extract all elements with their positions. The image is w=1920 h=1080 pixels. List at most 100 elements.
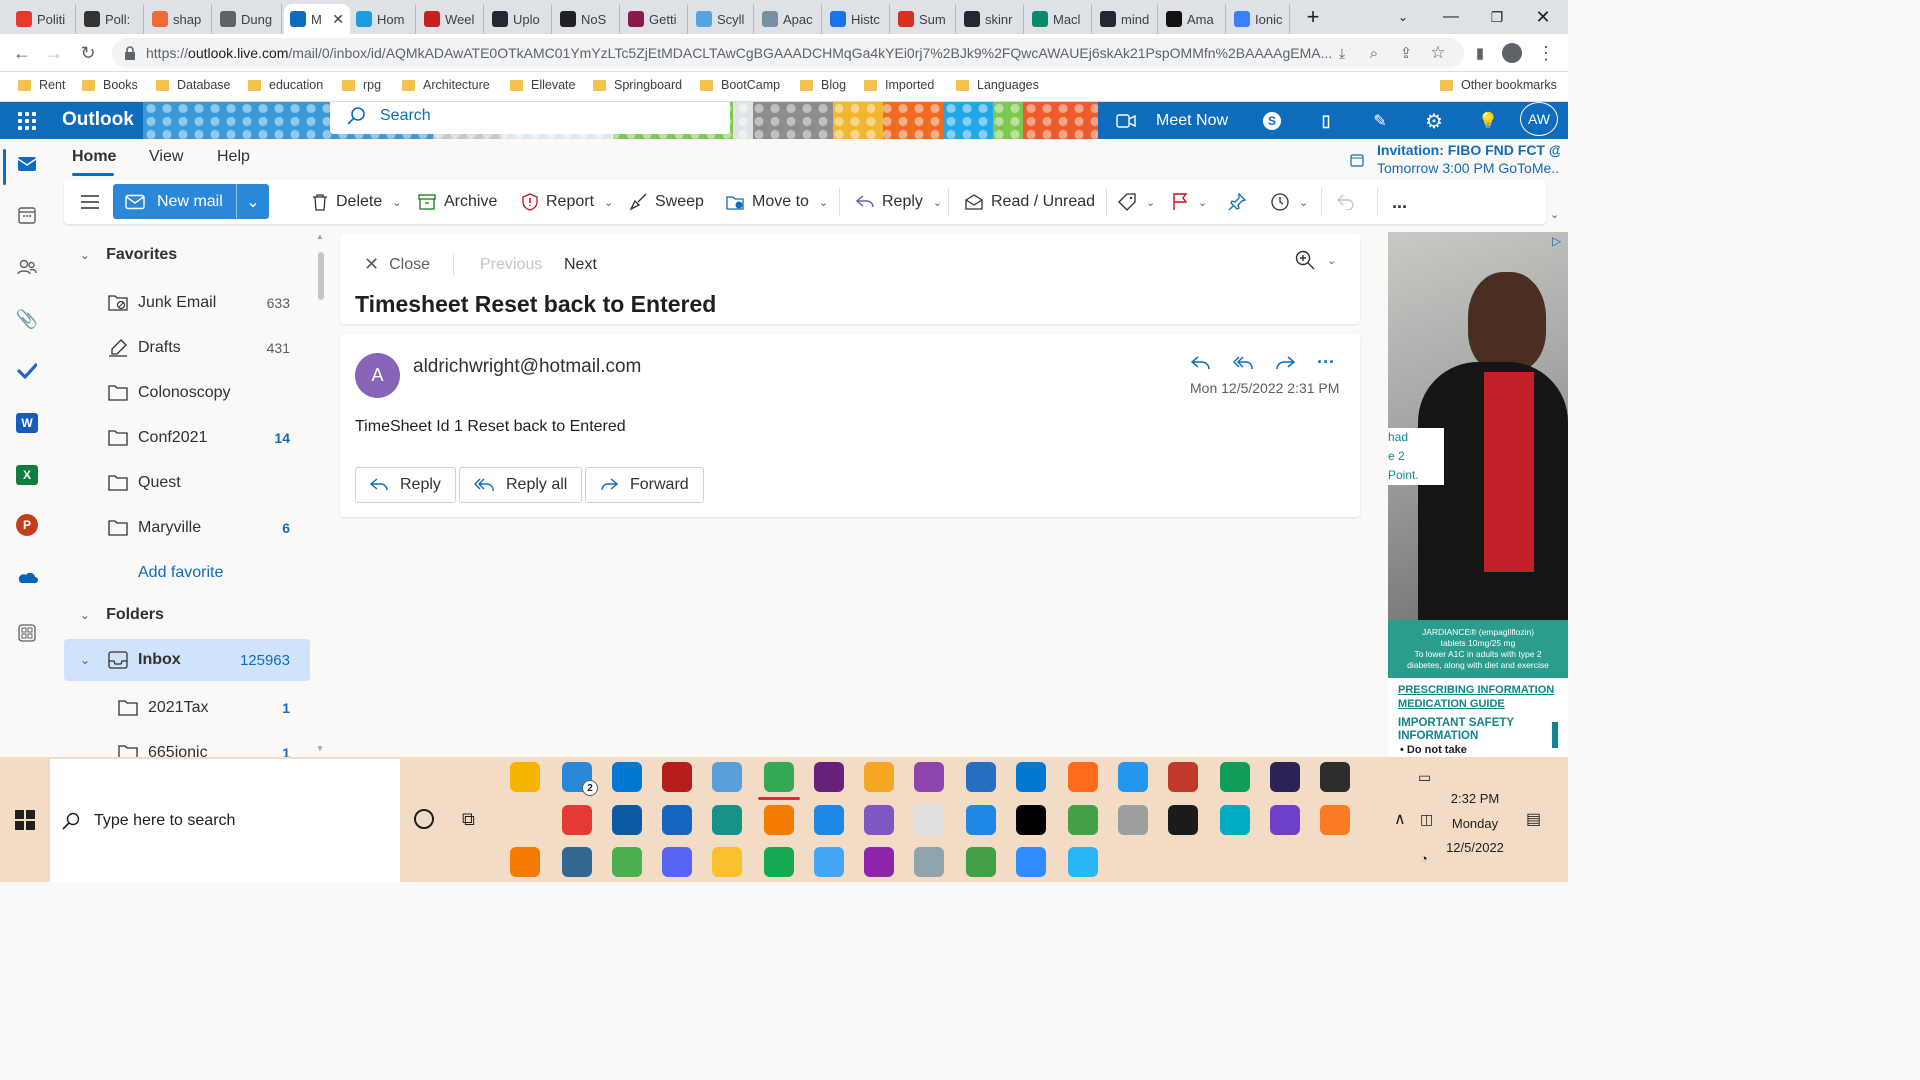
browser-tab[interactable]: Dung bbox=[214, 4, 282, 34]
folder-inbox[interactable]: ⌄ Inbox 125963 bbox=[64, 639, 310, 681]
xampp-icon[interactable] bbox=[1320, 805, 1350, 835]
tips-lightbulb-icon[interactable]: 💡 bbox=[1477, 110, 1499, 132]
taskbar-search-input[interactable]: Type here to search bbox=[50, 759, 400, 882]
folder-pane-scrollbar[interactable] bbox=[318, 252, 324, 300]
cube-app-icon[interactable] bbox=[814, 805, 844, 835]
minimize-button[interactable]: — bbox=[1428, 0, 1474, 34]
my-day-icon[interactable]: ✎ bbox=[1369, 110, 1391, 132]
zoom-icon[interactable]: ⌕ bbox=[1360, 40, 1388, 66]
fetch-icon[interactable] bbox=[1068, 805, 1098, 835]
cmd-icon[interactable] bbox=[1168, 805, 1198, 835]
file-explorer-icon[interactable] bbox=[510, 762, 540, 792]
bookmark-folder[interactable]: Springboard bbox=[593, 78, 682, 92]
browser-tab[interactable]: M ✕ bbox=[284, 4, 350, 34]
tab-home[interactable]: Home bbox=[72, 148, 116, 166]
flutter-icon[interactable] bbox=[864, 805, 894, 835]
typora-icon[interactable] bbox=[1118, 805, 1148, 835]
notepad-icon[interactable] bbox=[814, 847, 844, 877]
close-button[interactable]: ✕ Close bbox=[364, 254, 430, 275]
chevron-down-icon[interactable]: ⌄ bbox=[1299, 196, 1308, 209]
show-hidden-icons-chevron-icon[interactable]: ∧ bbox=[1394, 809, 1406, 829]
flag-button[interactable]: ⌄ bbox=[1172, 180, 1207, 224]
settings-gear-icon[interactable]: ⚙ bbox=[1423, 110, 1445, 133]
excel-icon[interactable]: X bbox=[15, 463, 39, 487]
add-favorite-link[interactable]: Add favorite bbox=[138, 564, 223, 582]
new-mail-button[interactable]: New mail ⌄ bbox=[113, 184, 269, 219]
forward-button[interactable]: Forward bbox=[585, 467, 704, 503]
ad-links[interactable]: PRESCRIBING INFORMATION MEDICATION GUIDE bbox=[1398, 683, 1554, 711]
notifications-icon[interactable]: ▤ bbox=[1526, 809, 1541, 829]
bookmark-folder[interactable]: Books bbox=[82, 78, 138, 92]
bookmark-folder[interactable]: Database bbox=[156, 78, 231, 92]
medication-guide-link[interactable]: MEDICATION GUIDE bbox=[1398, 697, 1554, 711]
bookmark-folder[interactable]: Rent bbox=[18, 78, 65, 92]
cluster-app-icon[interactable] bbox=[914, 762, 944, 792]
forward-icon[interactable] bbox=[1275, 355, 1295, 371]
search-input[interactable]: Search bbox=[330, 102, 730, 134]
adchoices-icon[interactable]: ▷ bbox=[1552, 234, 1561, 248]
tab-help[interactable]: Help bbox=[217, 148, 250, 166]
side-panel-icon[interactable]: ▮ bbox=[1466, 40, 1494, 66]
attachment-paperclip-icon[interactable]: 📎 bbox=[15, 307, 39, 331]
maximize-button[interactable]: ❐ bbox=[1474, 0, 1520, 34]
mail-app-icon[interactable]: 2 bbox=[562, 762, 598, 796]
anaconda-icon[interactable] bbox=[966, 805, 996, 835]
people-icon[interactable] bbox=[15, 255, 39, 279]
bookmark-folder[interactable]: education bbox=[248, 78, 323, 92]
browser-tab[interactable]: Histc bbox=[824, 4, 890, 34]
undo-button[interactable] bbox=[1337, 180, 1355, 224]
discord-icon[interactable] bbox=[662, 847, 692, 877]
other-bookmarks[interactable]: Other bookmarks bbox=[1440, 78, 1557, 92]
docker-icon[interactable] bbox=[1118, 762, 1148, 792]
r-studio-icon[interactable] bbox=[966, 762, 996, 792]
browser-tab[interactable]: Macl bbox=[1026, 4, 1092, 34]
powerpoint-icon[interactable]: P bbox=[15, 513, 39, 537]
edge-icon[interactable] bbox=[612, 805, 642, 835]
reply-icon[interactable] bbox=[1191, 355, 1211, 371]
chevron-down-icon[interactable]: ⌄ bbox=[819, 196, 828, 209]
sweep-button[interactable]: Sweep bbox=[629, 180, 704, 224]
pin-button[interactable] bbox=[1228, 180, 1246, 224]
mail-icon[interactable] bbox=[15, 152, 39, 176]
sql-developer-icon[interactable] bbox=[1168, 762, 1198, 792]
scroll-down-arrow-icon[interactable]: ▼ bbox=[316, 744, 324, 753]
task-view-icon[interactable]: ⧉ bbox=[462, 809, 475, 830]
new-mail-dropdown-chevron-icon[interactable]: ⌄ bbox=[237, 192, 269, 212]
chrome-icon[interactable] bbox=[758, 762, 800, 800]
bookmark-folder[interactable]: Languages bbox=[956, 78, 1039, 92]
meet-now-tray-icon[interactable]: ◫ bbox=[1420, 811, 1433, 828]
share-icon[interactable]: ⇪ bbox=[1392, 40, 1420, 66]
git-kraken-icon[interactable] bbox=[712, 805, 742, 835]
favorites-header[interactable]: ⌄ Favorites bbox=[80, 246, 177, 264]
close-window-button[interactable]: ✕ bbox=[1520, 0, 1566, 34]
cortana-icon[interactable] bbox=[414, 809, 434, 829]
browser-tab[interactable]: Politi bbox=[10, 4, 76, 34]
subfolder[interactable]: 665ionic 1 bbox=[64, 732, 310, 757]
bookmark-folder[interactable]: BootCamp bbox=[700, 78, 780, 92]
bookmark-star-icon[interactable]: ☆ bbox=[1424, 40, 1452, 66]
advertisement-panel[interactable]: had e 2 Point. JARDIANCE® (empagliflozin… bbox=[1388, 232, 1568, 757]
tableplus-icon[interactable] bbox=[914, 847, 944, 877]
ribbon-collapse-chevron-icon[interactable]: ⌄ bbox=[1550, 208, 1559, 221]
sender-avatar[interactable]: A bbox=[355, 353, 400, 398]
chevron-down-icon[interactable]: ⌄ bbox=[80, 653, 90, 667]
browser-tab[interactable]: Getti bbox=[622, 4, 688, 34]
github-desktop-icon[interactable] bbox=[1270, 805, 1300, 835]
more-actions-icon[interactable]: ··· bbox=[1317, 352, 1335, 373]
more-options-button[interactable]: ... bbox=[1392, 180, 1407, 224]
prescribing-info-link[interactable]: PRESCRIBING INFORMATION bbox=[1398, 683, 1554, 697]
paint-icon[interactable] bbox=[1068, 847, 1098, 877]
browser-tab[interactable]: mind bbox=[1094, 4, 1158, 34]
browser-tab[interactable]: Hom bbox=[350, 4, 416, 34]
opera-icon[interactable] bbox=[562, 805, 592, 835]
smile-app-icon[interactable] bbox=[712, 847, 742, 877]
folders-header[interactable]: ⌄ Folders bbox=[80, 606, 164, 624]
postgres-icon[interactable] bbox=[562, 847, 592, 877]
ad-scrollbar[interactable] bbox=[1552, 722, 1558, 748]
winrar-icon[interactable] bbox=[864, 847, 894, 877]
bookmark-folder[interactable]: Architecture bbox=[402, 78, 490, 92]
skype-icon[interactable]: S bbox=[1261, 110, 1283, 132]
bookmark-folder[interactable]: Ellevate bbox=[510, 78, 575, 92]
browser-tab[interactable]: NoS bbox=[554, 4, 620, 34]
xshell-icon[interactable] bbox=[1220, 805, 1250, 835]
